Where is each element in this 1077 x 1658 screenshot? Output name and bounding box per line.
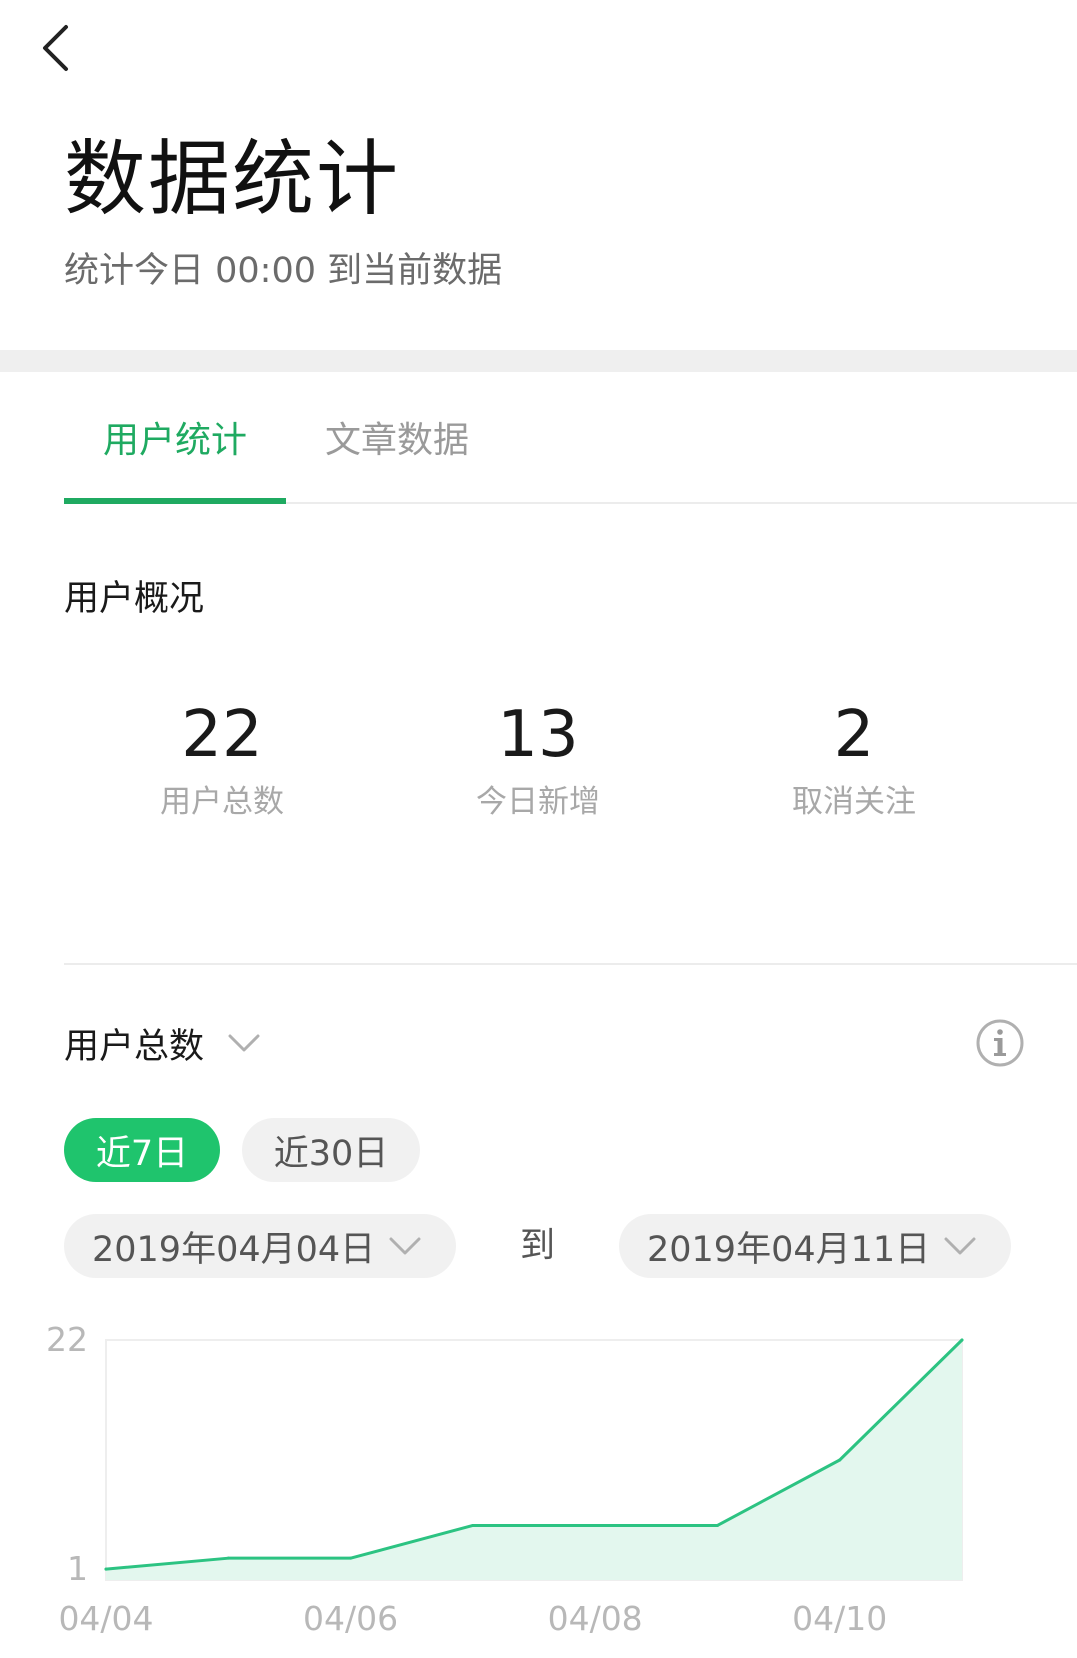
tab-bar: 用户统计 文章数据: [64, 372, 1077, 504]
end-date-picker[interactable]: 2019年04月11日: [619, 1214, 1011, 1278]
date-range-separator: 到: [520, 1226, 556, 1266]
chevron-down-icon: [389, 1236, 421, 1256]
section-separator: [0, 350, 1077, 372]
overview-title: 用户概况: [64, 579, 205, 619]
page-subtitle: 统计今日 00:00 到当前数据: [64, 251, 503, 291]
x-tick-label: 04/08: [548, 1599, 643, 1638]
data-point: [226, 1556, 230, 1560]
chevron-down-icon: [228, 1033, 260, 1053]
chevron-down-icon: [944, 1236, 976, 1256]
series-area: [106, 1340, 962, 1580]
tab-article-data[interactable]: 文章数据: [286, 372, 508, 502]
y-tick-label: 1: [67, 1549, 88, 1588]
data-point: [471, 1523, 475, 1527]
range-30-days-button[interactable]: 近30日: [242, 1118, 420, 1182]
data-point: [838, 1458, 842, 1462]
stat-label: 用户总数: [160, 784, 284, 820]
stat-new-today: 13 今日新增: [380, 690, 696, 850]
stat-unfollowed: 2 取消关注: [696, 690, 1012, 850]
stat-value: 13: [497, 698, 579, 772]
x-tick-label: 04/10: [792, 1599, 887, 1638]
data-point: [593, 1523, 597, 1527]
range-7-days-button[interactable]: 近7日: [64, 1118, 220, 1182]
data-point: [715, 1523, 719, 1527]
y-tick-label: 22: [46, 1320, 88, 1359]
stat-value: 22: [181, 698, 263, 772]
back-button[interactable]: [30, 18, 80, 78]
chevron-left-icon: [43, 25, 68, 71]
data-point: [104, 1567, 108, 1571]
stat-label: 取消关注: [792, 784, 916, 820]
data-point: [349, 1556, 353, 1560]
start-date-picker[interactable]: 2019年04月04日: [64, 1214, 456, 1278]
stat-total-users: 22 用户总数: [64, 690, 380, 850]
metric-selector[interactable]: 用户总数: [64, 1015, 260, 1071]
divider: [64, 963, 1077, 965]
stat-value: 2: [833, 698, 875, 772]
x-tick-label: 04/06: [303, 1599, 398, 1638]
page-title: 数据统计: [64, 132, 401, 227]
overview-stats: 22 用户总数 13 今日新增 2 取消关注: [64, 690, 1014, 850]
tab-user-stats[interactable]: 用户统计: [64, 372, 286, 504]
data-point: [960, 1338, 964, 1342]
info-icon[interactable]: [975, 1018, 1025, 1068]
user-total-chart: 1 22 04/04 04/06 04/08 04/10: [46, 1320, 964, 1638]
start-date-value: 2019年04月04日: [92, 1229, 376, 1270]
x-tick-label: 04/04: [58, 1599, 153, 1638]
stat-label: 今日新增: [476, 784, 600, 820]
page: 数据统计 统计今日 00:00 到当前数据 用户统计 文章数据 用户概况 22 …: [0, 0, 1077, 1658]
metric-label: 用户总数: [64, 1026, 205, 1067]
end-date-value: 2019年04月11日: [647, 1229, 931, 1270]
